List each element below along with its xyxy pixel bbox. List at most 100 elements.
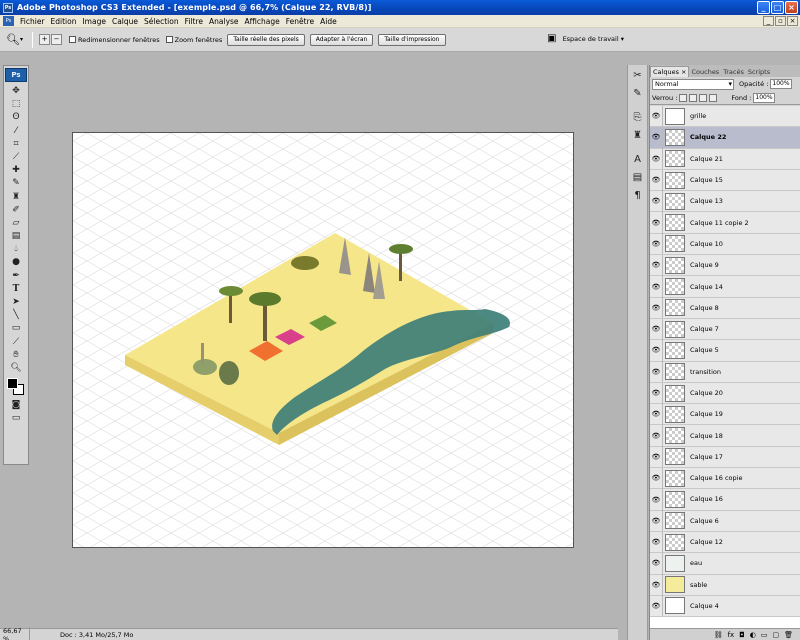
menu-calque[interactable]: Calque	[109, 17, 141, 26]
visibility-eye-icon[interactable]: 👁︎	[650, 425, 663, 447]
layer-row[interactable]: 👁︎ Calque 20	[650, 382, 800, 405]
layer-row[interactable]: 👁︎ Calque 18	[650, 425, 800, 447]
marquee-tool-icon[interactable]: ⬚	[4, 98, 28, 111]
menu-selection[interactable]: Sélection	[141, 17, 182, 26]
healing-brush-tool-icon[interactable]: ✚	[4, 164, 28, 177]
menu-image[interactable]: Image	[79, 17, 109, 26]
layer-row[interactable]: 👁︎ Calque 16 copie	[650, 467, 800, 490]
layer-row[interactable]: 👁︎ sable	[650, 574, 800, 596]
maximize-button[interactable]: □	[771, 1, 784, 14]
visibility-eye-icon[interactable]: 👁︎	[650, 446, 663, 468]
clone-stamp-tool-icon[interactable]: ♜	[4, 191, 28, 204]
opacity-field[interactable]: 100%	[770, 79, 793, 89]
zoom-windows-checkbox[interactable]: Zoom fenêtres	[165, 36, 222, 44]
new-group-icon[interactable]: ▭	[761, 631, 768, 639]
visibility-eye-icon[interactable]: 👁︎	[650, 297, 663, 319]
character-icon[interactable]: A	[629, 152, 646, 167]
layer-row[interactable]: 👁︎ Calque 5	[650, 339, 800, 362]
visibility-eye-icon[interactable]: 👁︎	[650, 318, 663, 340]
doc-restore-button[interactable]: ▫	[775, 16, 786, 26]
layer-row[interactable]: 👁︎ Calque 16	[650, 489, 800, 511]
menu-affichage[interactable]: Affichage	[242, 17, 283, 26]
tab-couches[interactable]: Couches	[689, 67, 721, 77]
layer-row[interactable]: 👁︎ Calque 11 copie 2	[650, 212, 800, 234]
doc-minimize-button[interactable]: _	[763, 16, 774, 26]
bridge-icon[interactable]: ▣	[547, 33, 556, 44]
layer-row[interactable]: 👁︎ grille	[650, 106, 800, 128]
clone-source-icon[interactable]: ⎘	[629, 110, 646, 125]
doc-size[interactable]: Doc : 3,41 Mo/25,7 Mo	[60, 631, 133, 639]
layer-row[interactable]: 👁︎ Calque 21	[650, 148, 800, 170]
actual-pixels-button[interactable]: Taille réelle des pixels	[227, 33, 305, 46]
add-mask-icon[interactable]: ◘	[739, 631, 745, 639]
stamp-icon[interactable]: ♜	[629, 128, 646, 143]
document-canvas[interactable]	[72, 132, 574, 548]
layer-row[interactable]: 👁︎ Calque 15	[650, 169, 800, 192]
layer-row[interactable]: 👁︎ eau	[650, 552, 800, 575]
link-layers-icon[interactable]: ⛓	[714, 631, 723, 639]
menu-aide[interactable]: Aide	[317, 17, 340, 26]
close-button[interactable]: ×	[785, 1, 798, 14]
print-size-button[interactable]: Taille d'impression	[378, 33, 446, 46]
quick-mask-icon[interactable]: ◙	[4, 399, 28, 412]
type-tool-icon[interactable]: T	[4, 283, 28, 296]
line-tool-icon[interactable]: ╲	[4, 309, 28, 322]
menu-analyse[interactable]: Analyse	[206, 17, 242, 26]
visibility-eye-icon[interactable]: 👁︎	[650, 212, 663, 234]
new-layer-icon[interactable]: ▢	[772, 631, 779, 639]
text-panel-icon[interactable]: ▤	[629, 170, 646, 185]
lock-position-icon[interactable]	[699, 93, 708, 102]
visibility-eye-icon[interactable]: 👁︎	[650, 574, 663, 596]
magic-wand-tool-icon[interactable]: ⁄	[4, 125, 28, 138]
menu-fenetre[interactable]: Fenêtre	[283, 17, 317, 26]
screen-mode-icon[interactable]: ▭	[4, 412, 28, 425]
zoom-out-icon[interactable]: −	[51, 34, 62, 45]
visibility-eye-icon[interactable]: 👁︎	[650, 489, 663, 510]
visibility-eye-icon[interactable]: 👁︎	[650, 382, 663, 404]
history-brush-tool-icon[interactable]: ✐	[4, 204, 28, 217]
menu-filtre[interactable]: Filtre	[182, 17, 206, 26]
layer-row[interactable]: 👁︎ Calque 10	[650, 233, 800, 256]
layer-row[interactable]: 👁︎ transition	[650, 361, 800, 383]
workspace-menu[interactable]: Espace de travail ▾	[563, 35, 624, 43]
visibility-eye-icon[interactable]: 👁︎	[650, 233, 663, 255]
blur-tool-icon[interactable]: 💧︎	[4, 243, 28, 256]
paragraph-icon[interactable]: ¶	[629, 188, 646, 203]
fill-field[interactable]: 100%	[753, 92, 776, 103]
layer-row[interactable]: 👁︎ Calque 9	[650, 254, 800, 277]
visibility-eye-icon[interactable]: 👁︎	[650, 467, 663, 489]
layer-row[interactable]: 👁︎ Calque 13	[650, 190, 800, 213]
visibility-eye-icon[interactable]: 👁︎	[650, 531, 663, 553]
visibility-eye-icon[interactable]: 👁︎	[650, 403, 663, 425]
menu-edition[interactable]: Edition	[48, 17, 80, 26]
layer-row[interactable]: 👁︎ Calque 19	[650, 403, 800, 426]
layer-row[interactable]: 👁︎ Calque 14	[650, 276, 800, 298]
notes-tool-icon[interactable]: ▭	[4, 322, 28, 335]
layer-row[interactable]: 👁︎ Calque 4	[650, 595, 800, 618]
color-swatches[interactable]	[4, 375, 28, 399]
tab-traces[interactable]: Tracés	[721, 67, 746, 77]
fit-screen-button[interactable]: Adapter à l'écran	[309, 33, 374, 46]
visibility-eye-icon[interactable]: 👁︎	[650, 106, 663, 127]
zoom-tool-icon[interactable]: 🔍︎	[4, 362, 28, 375]
menu-fichier[interactable]: Fichier	[17, 17, 48, 26]
eyedropper-tool-icon[interactable]: ⟋	[4, 336, 28, 349]
layer-row[interactable]: 👁︎ Calque 7	[650, 318, 800, 341]
gradient-tool-icon[interactable]: ▤	[4, 230, 28, 243]
zoom-level[interactable]: 66,67 %	[0, 626, 30, 640]
layer-style-icon[interactable]: fx	[728, 631, 735, 639]
move-tool-icon[interactable]: ✥	[4, 85, 28, 98]
foreground-color[interactable]	[7, 378, 18, 390]
layer-row[interactable]: 👁︎ Calque 12	[650, 531, 800, 554]
ps-logo[interactable]: Ps	[5, 68, 27, 82]
document-icon[interactable]: Ps	[3, 16, 14, 26]
brush-tool-icon[interactable]: ✎	[4, 177, 28, 190]
slice-tool-icon[interactable]: ⟋	[4, 151, 28, 164]
visibility-eye-icon[interactable]: 👁︎	[650, 510, 663, 532]
resize-windows-checkbox[interactable]: Redimensionner fenêtres	[69, 36, 160, 44]
visibility-eye-icon[interactable]: 👁︎	[650, 339, 663, 361]
doc-close-button[interactable]: ×	[787, 16, 798, 26]
eraser-tool-icon[interactable]: ▱	[4, 217, 28, 230]
blend-mode-select[interactable]: Normal	[652, 78, 734, 90]
lasso-tool-icon[interactable]: ʘ	[4, 111, 28, 124]
